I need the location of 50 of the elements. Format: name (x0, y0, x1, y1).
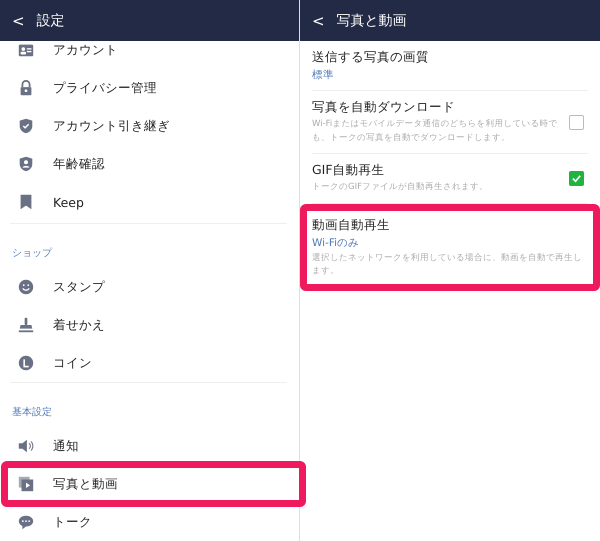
item-label: アカウント (53, 42, 118, 58)
setting-title: 写真を自動ダウンロード (312, 99, 456, 116)
settings-item[interactable]: 年齢確認 (10, 145, 287, 183)
screen-title: 写真と動画 (336, 12, 407, 30)
settings-item[interactable]: コイン (10, 344, 287, 382)
setting-description: トークのGIFファイルが自動再生されます。 (312, 181, 489, 194)
shield-person-icon (17, 155, 35, 173)
setting-value: 標準 (312, 68, 335, 82)
brush-icon (17, 316, 35, 334)
media-icon (17, 475, 35, 493)
setting-description: Wi-Fiまたはモバイルデータ通信のどちらを利用している時でも、トークの写真を自動でダウンロードします。 (312, 118, 558, 145)
section-header: ショップ (11, 246, 54, 261)
back-button[interactable]: < (312, 12, 325, 30)
setting-row[interactable]: 送信する写真の画質 標準 (312, 41, 588, 91)
settings-item[interactable]: 写真と動画 (1, 461, 306, 507)
item-label: 写真と動画 (53, 476, 118, 492)
setting-row[interactable]: 動画自動再生 Wi-Fiのみ 選択したネットワークを利用している場合に、動画を自動で再生します。 (300, 204, 600, 291)
smiley-icon (17, 278, 35, 296)
coin-icon (17, 354, 35, 372)
setting-description: 選択したネットワークを利用している場合に、動画を自動で再生します。 (312, 252, 583, 278)
back-button[interactable]: < (12, 12, 25, 30)
setting-title: 送信する写真の画質 (312, 49, 430, 66)
setting-row[interactable]: 写真を自動ダウンロード Wi-Fiまたはモバイルデータ通信のどちらを利用している時でも、トークの写真を自動でダウンロードします。 (312, 91, 588, 154)
settings-item[interactable]: アカウント引き継ぎ (10, 107, 287, 145)
item-label: スタンプ (53, 278, 105, 296)
screen-title: 設定 (36, 12, 65, 30)
setting-title: GIF自動再生 (312, 162, 386, 180)
checkbox[interactable] (569, 114, 584, 130)
settings-item[interactable]: 着せかえ (10, 306, 287, 344)
settings-item[interactable]: スタンプ (10, 268, 287, 306)
settings-item[interactable]: Keep (10, 183, 287, 221)
setting-value: Wi-Fiのみ (312, 236, 360, 250)
item-label: 通知 (53, 438, 79, 454)
settings-item[interactable]: アカウント (10, 31, 287, 69)
item-label: 着せかえ (53, 316, 105, 334)
item-label: トーク (53, 514, 92, 530)
item-label: アカウント引き継ぎ (53, 118, 170, 134)
item-label: コイン (53, 354, 92, 372)
chat-bubble-icon (17, 513, 35, 531)
setting-row[interactable]: GIF自動再生 トークのGIFファイルが自動再生されます。 (312, 154, 588, 204)
checkbox[interactable] (569, 170, 584, 186)
item-label: プライバシー管理 (53, 80, 157, 96)
section-header: 基本設定 (11, 406, 53, 420)
check-icon (571, 172, 582, 184)
speaker-icon (17, 437, 35, 455)
item-label: 年齢確認 (53, 156, 105, 172)
setting-title: 動画自動再生 (312, 216, 391, 234)
settings-item[interactable]: プライバシー管理 (10, 69, 287, 107)
item-label: Keep (53, 194, 84, 210)
shield-check-icon (17, 117, 35, 135)
